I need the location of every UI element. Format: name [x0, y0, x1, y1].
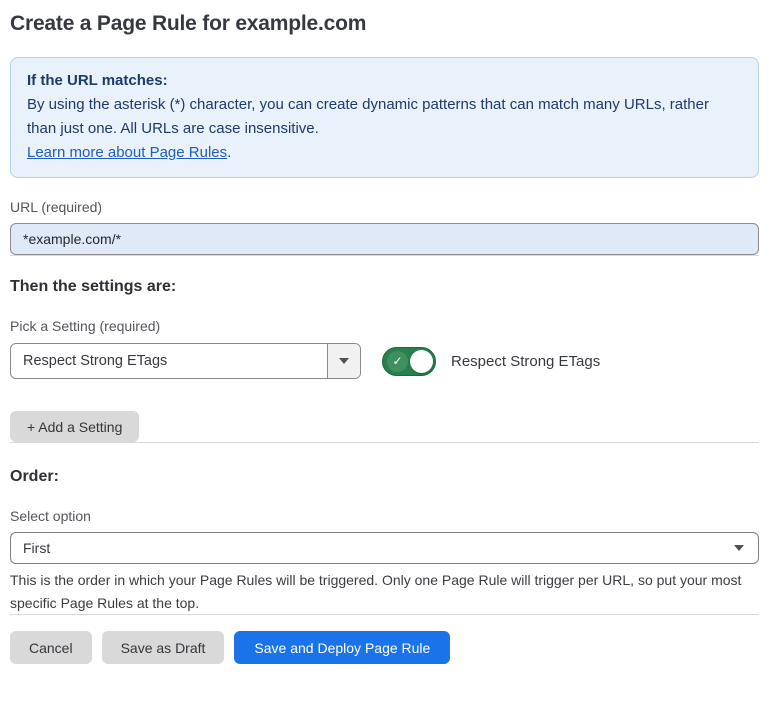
url-input[interactable]: [10, 223, 759, 255]
order-select-label: Select option: [10, 508, 759, 525]
setting-select-value: Respect Strong ETags: [11, 353, 327, 369]
order-select[interactable]: First: [10, 532, 759, 564]
save-as-draft-button[interactable]: Save as Draft: [102, 631, 225, 664]
settings-heading: Then the settings are:: [10, 277, 759, 296]
info-box-link-line: Learn more about Page Rules.: [27, 141, 742, 165]
section-divider: [10, 255, 759, 256]
link-period: .: [227, 144, 231, 161]
save-and-deploy-button[interactable]: Save and Deploy Page Rule: [234, 631, 450, 664]
info-box-heading: If the URL matches:: [27, 69, 742, 93]
learn-more-page-rules-link[interactable]: Learn more about Page Rules: [27, 144, 227, 161]
chevron-down-icon: [339, 358, 349, 364]
setting-select[interactable]: Respect Strong ETags: [10, 343, 361, 379]
pick-setting-label: Pick a Setting (required): [10, 318, 759, 335]
setting-toggle-group: ✓ Respect Strong ETags: [382, 347, 600, 376]
setting-select-arrow-button[interactable]: [327, 344, 360, 378]
cancel-button[interactable]: Cancel: [10, 631, 92, 664]
add-setting-button[interactable]: + Add a Setting: [10, 411, 139, 442]
toggle-knob: [410, 350, 433, 373]
setting-row: Respect Strong ETags ✓ Respect Strong ET…: [10, 343, 759, 379]
setting-toggle[interactable]: ✓: [382, 347, 436, 376]
action-buttons-row: Cancel Save as Draft Save and Deploy Pag…: [10, 631, 759, 664]
order-heading: Order:: [10, 467, 759, 486]
info-box-body: By using the asterisk (*) character, you…: [27, 93, 742, 141]
section-divider: [10, 442, 759, 443]
order-help-text: This is the order in which your Page Rul…: [10, 569, 755, 614]
create-page-rule-panel: Create a Page Rule for example.com If th…: [0, 0, 769, 679]
page-title: Create a Page Rule for example.com: [10, 10, 759, 38]
toggle-label: Respect Strong ETags: [451, 353, 600, 370]
chevron-down-icon: [734, 545, 744, 551]
order-select-value: First: [23, 540, 734, 556]
check-icon: ✓: [387, 351, 408, 372]
url-match-info-box: If the URL matches: By using the asteris…: [10, 57, 759, 178]
url-field-label: URL (required): [10, 199, 759, 216]
actions-divider: [10, 614, 759, 615]
